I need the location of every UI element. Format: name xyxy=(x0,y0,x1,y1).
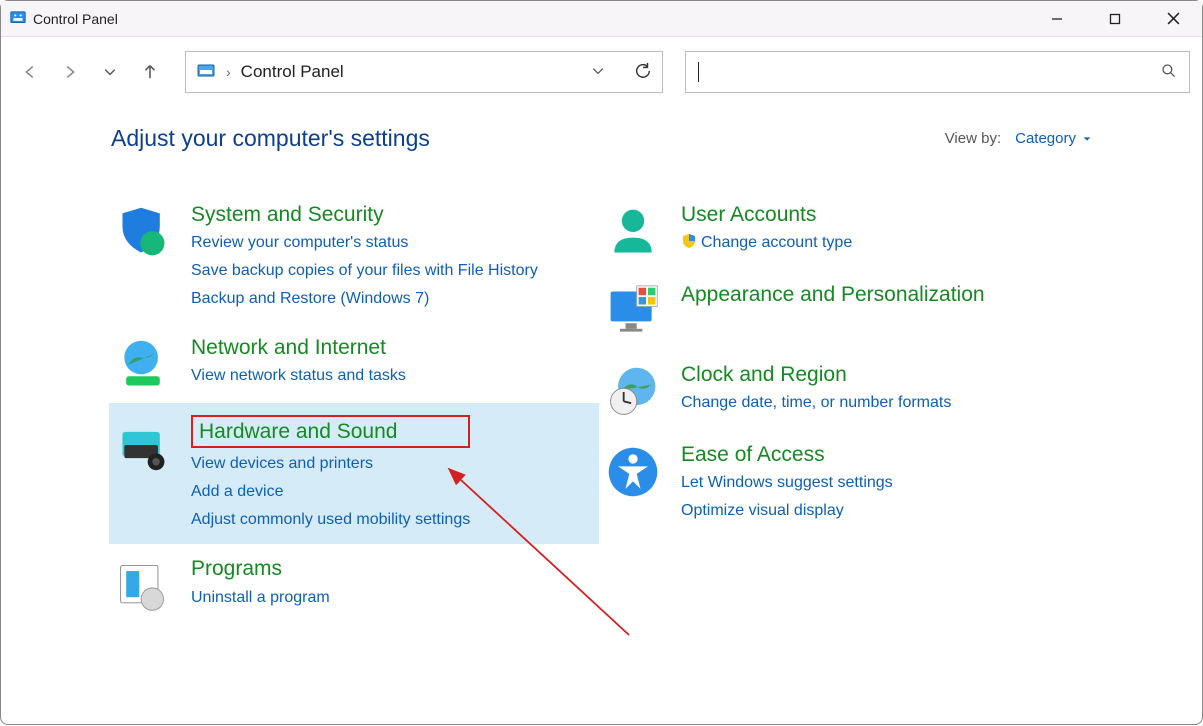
category-link[interactable]: View devices and printers xyxy=(191,452,470,476)
category-user-accounts: User Accounts Change account type xyxy=(599,190,1099,270)
control-panel-icon xyxy=(9,10,27,28)
view-by-control: View by: Category xyxy=(945,130,1092,147)
back-button[interactable] xyxy=(19,61,41,83)
category-link[interactable]: Change date, time, or number formats xyxy=(681,391,951,415)
view-by-label: View by: xyxy=(945,130,1001,147)
category-link[interactable]: Add a device xyxy=(191,480,470,504)
recent-locations-button[interactable] xyxy=(99,61,121,83)
view-by-dropdown[interactable]: Category xyxy=(1015,130,1092,147)
category-system-security: System and Security Review your computer… xyxy=(109,190,599,323)
refresh-button[interactable] xyxy=(634,62,652,83)
category-programs: Programs Uninstall a program xyxy=(109,544,599,624)
category-hardware-sound: Hardware and Sound View devices and prin… xyxy=(109,403,599,544)
globe-icon xyxy=(115,335,171,391)
clock-globe-icon xyxy=(605,362,661,418)
window-controls xyxy=(1028,1,1202,37)
category-title[interactable]: Clock and Region xyxy=(681,362,951,387)
category-title[interactable]: Ease of Access xyxy=(681,442,893,467)
category-link[interactable]: View network status and tasks xyxy=(191,364,406,388)
window-title: Control Panel xyxy=(33,11,118,27)
printer-icon xyxy=(115,415,171,471)
close-button[interactable] xyxy=(1144,1,1202,37)
category-appearance-personalization: Appearance and Personalization xyxy=(599,270,1099,350)
categories-right-column: User Accounts Change account type xyxy=(599,190,1099,624)
category-link[interactable]: Change account type xyxy=(681,231,852,255)
minimize-button[interactable] xyxy=(1028,1,1086,37)
category-link[interactable]: Uninstall a program xyxy=(191,586,330,610)
category-title[interactable]: Hardware and Sound xyxy=(199,420,397,443)
category-link[interactable]: Review your computer's status xyxy=(191,231,538,255)
text-cursor xyxy=(698,62,699,82)
categories-left-column: System and Security Review your computer… xyxy=(109,190,599,624)
forward-button[interactable] xyxy=(59,61,81,83)
highlighted-category-box: Hardware and Sound xyxy=(191,415,470,448)
maximize-button[interactable] xyxy=(1086,1,1144,37)
breadcrumb-separator: › xyxy=(226,64,231,80)
category-title[interactable]: User Accounts xyxy=(681,202,852,227)
uac-shield-icon xyxy=(681,233,697,249)
category-title[interactable]: Network and Internet xyxy=(191,335,406,360)
category-link[interactable]: Adjust commonly used mobility settings xyxy=(191,508,470,532)
category-clock-region: Clock and Region Change date, time, or n… xyxy=(599,350,1099,430)
search-box[interactable] xyxy=(685,51,1190,93)
accessibility-icon xyxy=(605,442,661,498)
category-link[interactable]: Optimize visual display xyxy=(681,499,893,523)
programs-icon xyxy=(115,556,171,612)
category-network-internet: Network and Internet View network status… xyxy=(109,323,599,403)
toolbar: › Control Panel xyxy=(1,37,1202,107)
category-link[interactable]: Save backup copies of your files with Fi… xyxy=(191,259,538,283)
user-icon xyxy=(605,202,661,258)
category-link[interactable]: Backup and Restore (Windows 7) xyxy=(191,287,538,311)
category-link[interactable]: Let Windows suggest settings xyxy=(681,471,893,495)
address-dropdown-button[interactable] xyxy=(590,63,606,82)
categories-grid: System and Security Review your computer… xyxy=(1,162,1202,624)
category-title[interactable]: System and Security xyxy=(191,202,538,227)
search-icon xyxy=(1161,63,1177,82)
titlebar: Control Panel xyxy=(1,1,1202,37)
category-ease-of-access: Ease of Access Let Windows suggest setti… xyxy=(599,430,1099,535)
nav-controls xyxy=(19,61,179,83)
shield-icon xyxy=(115,202,171,258)
subheader: Adjust your computer's settings View by:… xyxy=(1,107,1202,162)
address-bar[interactable]: › Control Panel xyxy=(185,51,663,93)
breadcrumb-item[interactable]: Control Panel xyxy=(241,62,344,82)
category-title[interactable]: Programs xyxy=(191,556,330,581)
up-button[interactable] xyxy=(139,61,161,83)
page-heading: Adjust your computer's settings xyxy=(111,125,430,152)
category-title[interactable]: Appearance and Personalization xyxy=(681,282,985,307)
monitor-icon xyxy=(605,282,661,338)
location-icon xyxy=(196,62,216,82)
